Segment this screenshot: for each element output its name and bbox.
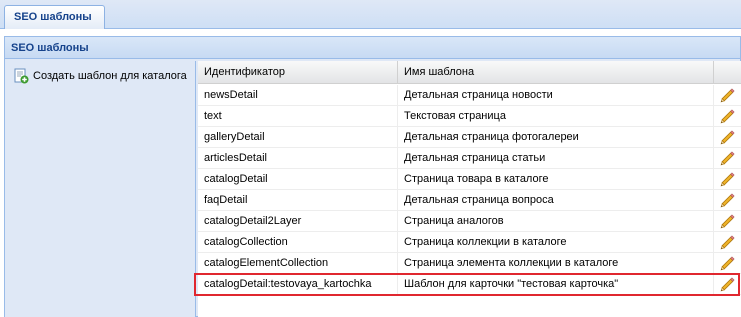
cell-template-name: Страница коллекции в каталоге	[398, 232, 714, 252]
cell-template-name: Детальная страница вопроса	[398, 190, 714, 210]
tab-seo-templates[interactable]: SEO шаблоны	[4, 5, 105, 29]
table-row[interactable]: catalogDetail:testovaya_kartochka Шаблон …	[198, 274, 741, 295]
sidebar: Создать шаблон для каталога	[5, 61, 196, 317]
pencil-icon[interactable]	[719, 87, 736, 104]
table-row[interactable]: catalogDetail Страница товара в каталоге	[198, 169, 741, 190]
seo-templates-panel: SEO шаблоны Создать шаблон для каталога …	[4, 36, 741, 317]
templates-grid: Идентификатор Имя шаблона newsDetail Дета…	[198, 61, 741, 317]
cell-template-name: Детальная страница фотогалереи	[398, 127, 714, 147]
table-row[interactable]: galleryDetail Детальная страница фотогале…	[198, 127, 741, 148]
cell-identifier: articlesDetail	[198, 148, 398, 168]
cell-identifier: catalogDetail:testovaya_kartochka	[198, 274, 398, 294]
cell-identifier: galleryDetail	[198, 127, 398, 147]
create-catalog-template-button[interactable]: Создать шаблон для каталога	[13, 67, 187, 85]
table-row[interactable]: catalogCollection Страница коллекции в ка…	[198, 232, 741, 253]
panel-title: SEO шаблоны	[5, 37, 740, 59]
table-row[interactable]: faqDetail Детальная страница вопроса	[198, 190, 741, 211]
table-row[interactable]: catalogElementCollection Страница элемент…	[198, 253, 741, 274]
table-row[interactable]: catalogDetail2Layer Страница аналогов	[198, 211, 741, 232]
cell-template-name: Страница элемента коллекции в каталоге	[398, 253, 714, 273]
pencil-icon[interactable]	[719, 108, 736, 125]
cell-template-name: Детальная страница новости	[398, 85, 714, 105]
cell-identifier: catalogDetail	[198, 169, 398, 189]
pencil-icon[interactable]	[719, 150, 736, 167]
cell-identifier: catalogElementCollection	[198, 253, 398, 273]
cell-template-name: Страница товара в каталоге	[398, 169, 714, 189]
table-row[interactable]: articlesDetail Детальная страница статьи	[198, 148, 741, 169]
grid-rows: newsDetail Детальная страница новости text…	[198, 85, 741, 295]
tab-strip: SEO шаблоны	[0, 0, 741, 29]
column-header-template-name[interactable]: Имя шаблона	[398, 61, 714, 84]
pencil-icon[interactable]	[719, 213, 736, 230]
pencil-icon[interactable]	[719, 255, 736, 272]
cell-template-name: Детальная страница статьи	[398, 148, 714, 168]
cell-identifier: text	[198, 106, 398, 126]
cell-template-name: Шаблон для карточки "тестовая карточка"	[398, 274, 714, 294]
cell-template-name: Текстовая страница	[398, 106, 714, 126]
pencil-icon[interactable]	[719, 171, 736, 188]
cell-identifier: faqDetail	[198, 190, 398, 210]
pencil-icon[interactable]	[719, 234, 736, 251]
cell-identifier: catalogDetail2Layer	[198, 211, 398, 231]
pencil-icon[interactable]	[719, 276, 736, 293]
table-row[interactable]: text Текстовая страница	[198, 106, 741, 127]
cell-identifier: catalogCollection	[198, 232, 398, 252]
add-document-icon	[14, 68, 29, 84]
pencil-icon[interactable]	[719, 192, 736, 209]
column-header-actions	[714, 61, 741, 84]
grid-header: Идентификатор Имя шаблона	[198, 61, 741, 84]
pencil-icon[interactable]	[719, 129, 736, 146]
create-catalog-template-label: Создать шаблон для каталога	[33, 70, 187, 82]
cell-identifier: newsDetail	[198, 85, 398, 105]
table-row[interactable]: newsDetail Детальная страница новости	[198, 85, 741, 106]
column-header-identifier[interactable]: Идентификатор	[198, 61, 398, 84]
cell-template-name: Страница аналогов	[398, 211, 714, 231]
